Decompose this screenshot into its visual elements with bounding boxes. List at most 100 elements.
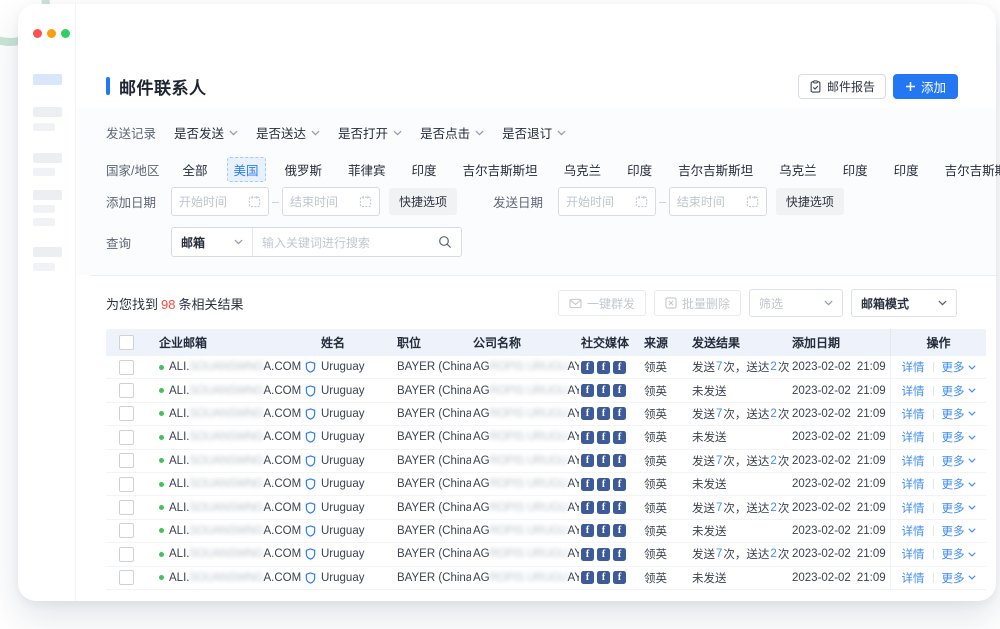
bulk-delete-button[interactable]: 批量删除: [654, 290, 741, 316]
detail-link[interactable]: 详情: [902, 500, 925, 516]
sidebar-skeleton-item[interactable]: [33, 123, 55, 131]
row-checkbox[interactable]: [119, 477, 134, 492]
add-date-end-input[interactable]: 结束时间: [282, 187, 380, 216]
facebook-icon[interactable]: f: [581, 501, 594, 514]
filter-dropdown[interactable]: 是否发送: [174, 123, 238, 142]
row-checkbox[interactable]: [119, 406, 134, 421]
row-checkbox[interactable]: [119, 500, 134, 515]
detail-link[interactable]: 详情: [902, 546, 925, 562]
row-checkbox[interactable]: [119, 547, 134, 562]
bulk-send-button[interactable]: 一键群发: [558, 290, 646, 316]
sidebar-skeleton-item[interactable]: [33, 153, 62, 163]
filter-dropdown[interactable]: 是否送达: [256, 123, 320, 142]
search-input[interactable]: 输入关键词进行搜索: [253, 234, 438, 251]
facebook-icon[interactable]: f: [597, 361, 610, 374]
country-option[interactable]: 乌克兰: [772, 157, 824, 182]
row-checkbox[interactable]: [119, 523, 134, 538]
select-all-checkbox[interactable]: [119, 335, 134, 350]
send-date-quick-button[interactable]: 快捷选项: [776, 188, 844, 215]
facebook-icon[interactable]: f: [597, 454, 610, 467]
more-link[interactable]: 更多: [942, 406, 976, 422]
facebook-icon[interactable]: f: [613, 571, 626, 584]
facebook-icon[interactable]: f: [597, 548, 610, 561]
facebook-icon[interactable]: f: [597, 524, 610, 537]
country-option[interactable]: 吉尔吉斯斯坦: [671, 157, 760, 182]
detail-link[interactable]: 详情: [902, 383, 925, 399]
facebook-icon[interactable]: f: [581, 571, 594, 584]
facebook-icon[interactable]: f: [581, 384, 594, 397]
filter-select[interactable]: 筛选: [749, 289, 843, 317]
more-link[interactable]: 更多: [942, 500, 976, 516]
facebook-icon[interactable]: f: [613, 454, 626, 467]
country-option[interactable]: 印度: [620, 157, 659, 182]
country-option[interactable]: 吉尔吉斯斯坦: [456, 157, 545, 182]
sidebar-skeleton-item[interactable]: [33, 168, 55, 176]
row-checkbox[interactable]: [119, 570, 134, 585]
facebook-icon[interactable]: f: [613, 478, 626, 491]
add-button[interactable]: 添加: [893, 74, 958, 99]
facebook-icon[interactable]: f: [597, 407, 610, 420]
detail-link[interactable]: 详情: [902, 359, 925, 375]
sidebar-skeleton-item[interactable]: [33, 107, 62, 117]
row-checkbox[interactable]: [119, 430, 134, 445]
more-link[interactable]: 更多: [942, 546, 976, 562]
facebook-icon[interactable]: f: [597, 431, 610, 444]
country-option[interactable]: 印度: [887, 157, 926, 182]
facebook-icon[interactable]: f: [597, 384, 610, 397]
add-date-quick-button[interactable]: 快捷选项: [389, 188, 457, 215]
sidebar-skeleton-item[interactable]: [33, 263, 55, 271]
country-option[interactable]: 印度: [405, 157, 444, 182]
detail-link[interactable]: 详情: [902, 453, 925, 469]
facebook-icon[interactable]: f: [597, 478, 610, 491]
facebook-icon[interactable]: f: [581, 361, 594, 374]
more-link[interactable]: 更多: [942, 523, 976, 539]
filter-dropdown[interactable]: 是否退订: [502, 123, 566, 142]
more-link[interactable]: 更多: [942, 359, 976, 375]
facebook-icon[interactable]: f: [597, 571, 610, 584]
add-date-start-input[interactable]: 开始时间: [171, 187, 269, 216]
more-link[interactable]: 更多: [942, 383, 976, 399]
facebook-icon[interactable]: f: [613, 407, 626, 420]
country-option[interactable]: 全部: [175, 157, 214, 182]
facebook-icon[interactable]: f: [613, 361, 626, 374]
sidebar-skeleton-item[interactable]: [33, 218, 55, 226]
country-option[interactable]: 乌克兰: [557, 157, 609, 182]
detail-link[interactable]: 详情: [902, 429, 925, 445]
detail-link[interactable]: 详情: [902, 406, 925, 422]
facebook-icon[interactable]: f: [613, 501, 626, 514]
email-report-button[interactable]: 邮件报告: [798, 74, 886, 99]
more-link[interactable]: 更多: [942, 429, 976, 445]
row-checkbox[interactable]: [119, 383, 134, 398]
detail-link[interactable]: 详情: [902, 476, 925, 492]
sidebar-skeleton-item[interactable]: [33, 205, 55, 213]
detail-link[interactable]: 详情: [902, 570, 925, 586]
send-date-start-input[interactable]: 开始时间: [558, 187, 656, 216]
detail-link[interactable]: 详情: [902, 523, 925, 539]
facebook-icon[interactable]: f: [581, 407, 594, 420]
more-link[interactable]: 更多: [942, 476, 976, 492]
more-link[interactable]: 更多: [942, 570, 976, 586]
facebook-icon[interactable]: f: [613, 524, 626, 537]
search-icon[interactable]: [438, 235, 452, 249]
facebook-icon[interactable]: f: [613, 431, 626, 444]
search-field-select[interactable]: 邮箱: [172, 228, 253, 256]
facebook-icon[interactable]: f: [581, 524, 594, 537]
row-checkbox[interactable]: [119, 453, 134, 468]
country-option[interactable]: 美国: [227, 157, 266, 182]
country-option[interactable]: 菲律宾: [341, 157, 393, 182]
facebook-icon[interactable]: f: [597, 501, 610, 514]
filter-dropdown[interactable]: 是否点击: [420, 123, 484, 142]
mode-select[interactable]: 邮箱模式: [851, 289, 957, 317]
facebook-icon[interactable]: f: [613, 384, 626, 397]
sidebar-skeleton-item[interactable]: [33, 247, 62, 257]
row-checkbox[interactable]: [119, 360, 134, 375]
filter-dropdown[interactable]: 是否打开: [338, 123, 402, 142]
facebook-icon[interactable]: f: [581, 454, 594, 467]
country-option[interactable]: 吉尔吉斯斯坦: [938, 157, 1000, 182]
country-option[interactable]: 印度: [836, 157, 875, 182]
facebook-icon[interactable]: f: [581, 548, 594, 561]
facebook-icon[interactable]: f: [581, 478, 594, 491]
country-option[interactable]: 俄罗斯: [278, 157, 330, 182]
facebook-icon[interactable]: f: [613, 548, 626, 561]
sidebar-active-item[interactable]: [33, 74, 62, 85]
